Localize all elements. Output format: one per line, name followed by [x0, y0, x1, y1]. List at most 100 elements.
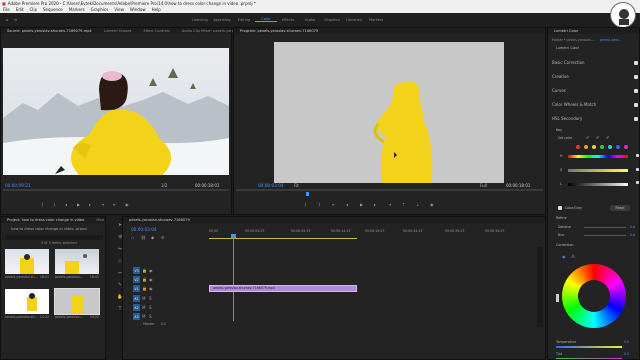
swatch-cyan[interactable] — [608, 145, 612, 149]
workspace-tab-graphics[interactable]: Graphics — [321, 18, 343, 22]
lock-icon[interactable]: 🔒 — [142, 286, 147, 291]
work-area-bar[interactable] — [209, 238, 357, 239]
timeline-ruler[interactable]: 00:00 00:00:04:23 00:00:09:23 00:00:14:2… — [207, 229, 545, 237]
timeline-scrollbar[interactable] — [537, 247, 543, 327]
section-color-wheels-match[interactable]: Color Wheels & Match — [552, 102, 638, 107]
step-forward-icon[interactable]: ▸ — [89, 202, 94, 207]
add-marker-icon[interactable]: ◆ — [151, 235, 156, 240]
temperature-value[interactable]: 0.0 — [624, 340, 629, 344]
project-thumbnail[interactable] — [5, 249, 49, 274]
program-quality-select[interactable]: Full — [480, 183, 487, 188]
swatch-orange[interactable] — [584, 145, 588, 149]
solo-icon[interactable]: S — [149, 314, 154, 319]
enable-checkbox[interactable] — [634, 74, 638, 79]
menu-help[interactable]: Help — [149, 7, 164, 12]
home-icon[interactable]: ⌂ — [6, 17, 11, 22]
menu-markers[interactable]: Markers — [66, 7, 88, 12]
eye-icon[interactable]: ◉ — [149, 268, 154, 273]
swatch-yellow[interactable] — [592, 145, 596, 149]
source-fit-select[interactable]: 1/2 — [161, 183, 167, 188]
swatch-green[interactable] — [600, 145, 604, 149]
mute-icon[interactable]: M — [142, 314, 147, 319]
go-to-in-icon[interactable]: ⇤ — [332, 202, 337, 207]
section-curves[interactable]: Curves — [552, 88, 638, 93]
blur-slider[interactable] — [584, 235, 626, 236]
project-thumbnail[interactable] — [55, 249, 99, 274]
lumetri-clip-select[interactable]: pexels-yaro... — [600, 38, 621, 42]
timeline-settings-icon[interactable]: ⚙ — [161, 235, 166, 240]
hue-wheel[interactable] — [562, 264, 626, 328]
track-label-v2[interactable]: V2 — [133, 276, 140, 283]
workspace-tab-learning[interactable]: Learning — [189, 18, 211, 22]
tab-project[interactable]: Project: how to dress color change in vi… — [1, 218, 90, 222]
eyedropper-subtract-icon[interactable]: ✐ — [606, 135, 611, 140]
timeline-timecode[interactable]: 00:00:03:04 — [131, 227, 157, 232]
tab-lumetri-color[interactable]: Lumetri Color — [548, 29, 584, 33]
saturation-slider[interactable] — [568, 169, 628, 172]
reset-button[interactable]: Reset — [610, 205, 630, 211]
menu-view[interactable]: View — [111, 7, 127, 12]
eyedropper-add-icon[interactable]: ✐ — [596, 135, 601, 140]
playhead-handle[interactable] — [231, 234, 236, 238]
menu-file[interactable]: File — [0, 7, 13, 12]
menu-window[interactable]: Window — [127, 7, 149, 12]
source-timecode[interactable]: 00:00:09:21 — [5, 183, 31, 188]
step-back-icon[interactable]: ◂ — [346, 202, 351, 207]
play-icon[interactable]: ▶ — [360, 202, 365, 207]
export-frame-icon[interactable]: ◉ — [125, 202, 130, 207]
solo-icon[interactable]: S — [149, 296, 154, 301]
section-basic-correction[interactable]: Basic Correction — [552, 60, 638, 65]
enable-checkbox[interactable] — [634, 102, 638, 107]
program-playhead[interactable] — [306, 192, 309, 196]
enable-checkbox[interactable] — [634, 88, 638, 93]
tab-audio-clip-mixer[interactable]: Audio Clip Mixer: pexels-yaro — [176, 29, 240, 33]
step-forward-icon[interactable]: ▸ — [374, 202, 379, 207]
lightness-toggle[interactable] — [636, 181, 639, 184]
lumetri-effect-name[interactable]: Lumetri Color — [556, 46, 579, 50]
tab-source[interactable]: Source: pexels-yaroslav-shuraev-7166079.… — [1, 29, 98, 33]
color-gray-checkbox[interactable] — [558, 206, 562, 210]
tab-effect-controls[interactable]: Effect Controls — [137, 29, 175, 33]
track-label-a1[interactable]: A1 — [133, 295, 140, 302]
play-icon[interactable]: ▶ — [77, 202, 82, 207]
swatch-blue[interactable] — [616, 145, 620, 149]
denoise-slider[interactable] — [584, 227, 626, 228]
lumetri-master-clip[interactable]: Master * pexels-yaroslav-... — [552, 38, 598, 42]
workspace-tab-effects[interactable]: Effects — [277, 18, 299, 22]
tab-sequence[interactable]: pexels-yaroslav-shuraev-7166079 — [123, 218, 196, 222]
overwrite-icon[interactable]: ⇤ — [113, 202, 118, 207]
insert-icon[interactable]: ⇥ — [101, 202, 106, 207]
eyedropper-icon[interactable]: ✐ — [586, 135, 591, 140]
project-thumbnail[interactable] — [54, 288, 100, 315]
extract-icon[interactable]: ⇣ — [416, 202, 421, 207]
source-scrub-bar[interactable] — [3, 189, 229, 191]
workspace-tab-color[interactable]: Color — [255, 17, 277, 22]
mark-out-icon[interactable]: } — [53, 202, 58, 207]
go-to-out-icon[interactable]: ⇥ — [388, 202, 393, 207]
project-thumbnail[interactable] — [5, 289, 49, 314]
mark-in-icon[interactable]: { — [41, 202, 46, 207]
swatch-magenta[interactable] — [624, 145, 628, 149]
menu-sequence[interactable]: Sequence — [40, 7, 66, 12]
lift-icon[interactable]: ⇡ — [402, 202, 407, 207]
workspace-tab-libraries[interactable]: Libraries — [343, 18, 365, 22]
eye-icon[interactable]: ◉ — [149, 286, 154, 291]
menu-edit[interactable]: Edit — [13, 7, 27, 12]
enable-checkbox[interactable] — [634, 116, 638, 121]
single-wheel-icon[interactable]: ◉ — [562, 254, 567, 259]
tab-media-browser[interactable]: Med — [90, 218, 110, 222]
project-search-input[interactable] — [5, 235, 103, 240]
snap-icon[interactable]: ∩ — [131, 235, 136, 240]
workspaces-menu-icon[interactable]: ≡ — [14, 17, 19, 22]
master-volume[interactable]: 0.0 — [161, 322, 166, 326]
program-timecode[interactable]: 00:00:03:04 — [258, 183, 284, 188]
workspace-tab-markers[interactable]: Markers — [365, 18, 387, 22]
step-back-icon[interactable]: ◂ — [65, 202, 70, 207]
three-wheel-icon[interactable]: ⁂ — [571, 254, 576, 259]
menu-clip[interactable]: Clip — [26, 7, 40, 12]
temperature-slider[interactable] — [556, 346, 622, 348]
blur-value[interactable]: 0.0 — [630, 233, 635, 237]
export-frame-icon[interactable]: ◉ — [430, 202, 435, 207]
wheel-slider[interactable] — [556, 294, 559, 302]
lightness-slider[interactable] — [568, 183, 628, 186]
